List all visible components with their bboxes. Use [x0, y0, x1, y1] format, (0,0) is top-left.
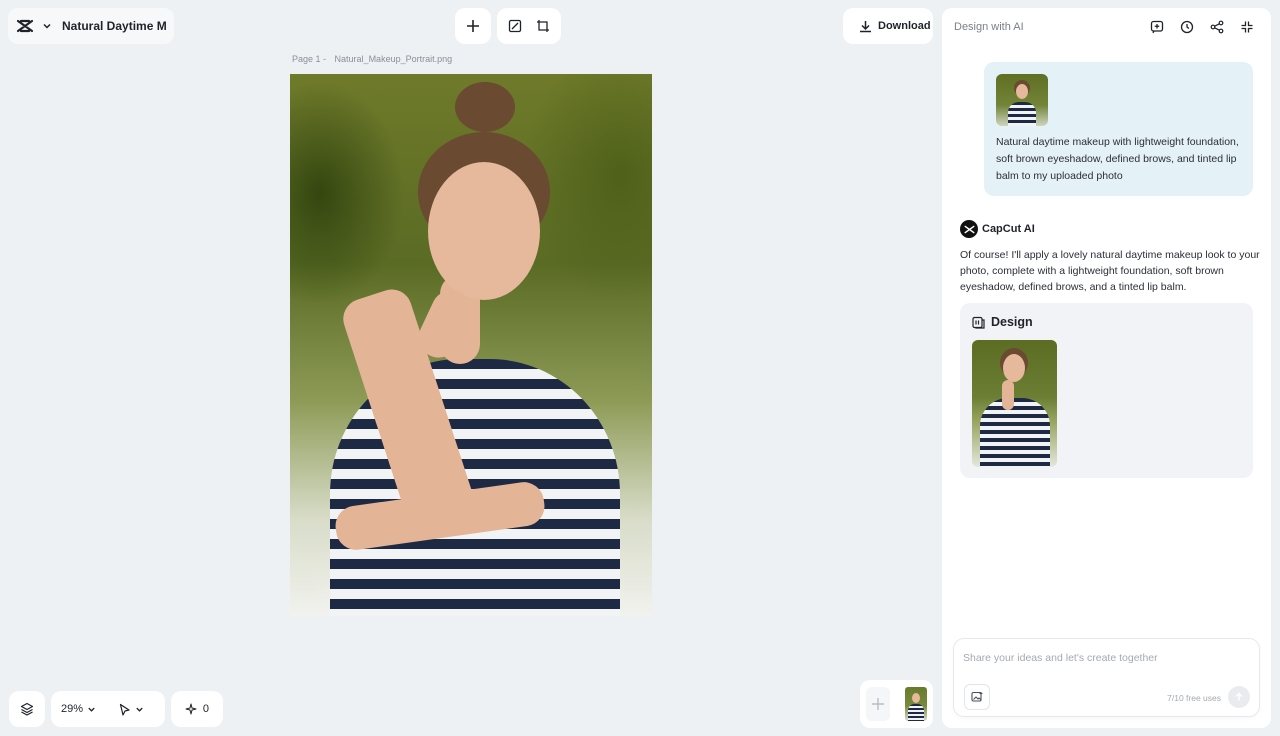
collapse-icon[interactable]: [1233, 18, 1261, 36]
user-message-text: Natural daytime makeup with lightweight …: [996, 136, 1239, 182]
pointer-icon: [119, 703, 130, 716]
canvas-tools: [497, 8, 561, 44]
plus-icon: [872, 698, 884, 710]
download-icon: [859, 20, 872, 33]
chevron-down-icon[interactable]: [42, 21, 52, 31]
user-message: Natural daytime makeup with lightweight …: [984, 62, 1253, 196]
sparkle-icon: [185, 703, 197, 715]
page-thumbnail[interactable]: [905, 687, 927, 721]
add-element-button[interactable]: [455, 8, 491, 44]
history-icon[interactable]: [1173, 18, 1201, 36]
figure-face: [428, 162, 540, 300]
design-card-header: Design: [972, 315, 1033, 329]
send-arrow-icon: [1235, 692, 1243, 701]
resize-icon[interactable]: [501, 12, 529, 40]
select-tool-dropdown[interactable]: [118, 703, 144, 716]
design-icon: [972, 316, 985, 329]
ai-panel: Design with AI Natural daytime makeup wi…: [942, 8, 1271, 728]
add-page-button[interactable]: [866, 687, 890, 721]
file-name[interactable]: Natural_Makeup_Portrait.png: [335, 54, 453, 64]
figure-hair-bun: [455, 82, 515, 132]
image-upload-icon: [971, 691, 983, 702]
bot-message-text: Of course! I'll apply a lovely natural d…: [960, 249, 1260, 293]
design-card-title: Design: [991, 315, 1033, 329]
credits-count: 0: [202, 703, 209, 715]
project-title[interactable]: Natural Daytime M...: [62, 19, 166, 33]
credits-button[interactable]: 0: [171, 691, 223, 727]
crop-icon[interactable]: [529, 12, 557, 40]
panel-header: Design with AI: [954, 18, 1261, 36]
capcut-logo-icon[interactable]: [16, 19, 34, 33]
send-button[interactable]: [1228, 686, 1250, 708]
share-icon[interactable]: [1203, 18, 1231, 36]
download-button[interactable]: Download: [843, 8, 933, 44]
page-label: Page 1 - Natural_Makeup_Portrait.png: [290, 54, 452, 64]
download-label: Download: [878, 20, 931, 32]
design-result-card: Design: [960, 303, 1253, 478]
plus-icon: [466, 19, 480, 33]
zoom-value: 29%: [61, 703, 84, 715]
capcut-logo-icon: [960, 220, 978, 238]
new-chat-icon[interactable]: [1143, 18, 1171, 36]
bot-name-label: CapCut AI: [982, 223, 1035, 235]
free-uses-counter: 7/10 free uses: [1167, 693, 1221, 703]
zoom-dropdown[interactable]: 29%: [61, 703, 96, 715]
page-number: Page 1 -: [292, 54, 327, 64]
chevron-down-icon: [88, 707, 95, 712]
design-result-image[interactable]: [972, 340, 1057, 467]
zoom-controls: 29%: [51, 691, 165, 727]
chat-composer: 7/10 free uses: [954, 639, 1259, 716]
page-strip: [860, 680, 933, 728]
project-menu[interactable]: Natural Daytime M...: [8, 8, 174, 44]
uploaded-photo-thumbnail[interactable]: [996, 74, 1048, 126]
bot-name: CapCut AI: [960, 220, 1035, 238]
canvas-image[interactable]: [290, 74, 652, 616]
panel-title: Design with AI: [954, 21, 1024, 33]
layers-icon: [20, 702, 34, 716]
layers-button[interactable]: [9, 691, 45, 727]
prompt-input[interactable]: [963, 649, 1243, 667]
chevron-down-icon: [136, 707, 143, 712]
image-upload-button[interactable]: [964, 684, 990, 710]
